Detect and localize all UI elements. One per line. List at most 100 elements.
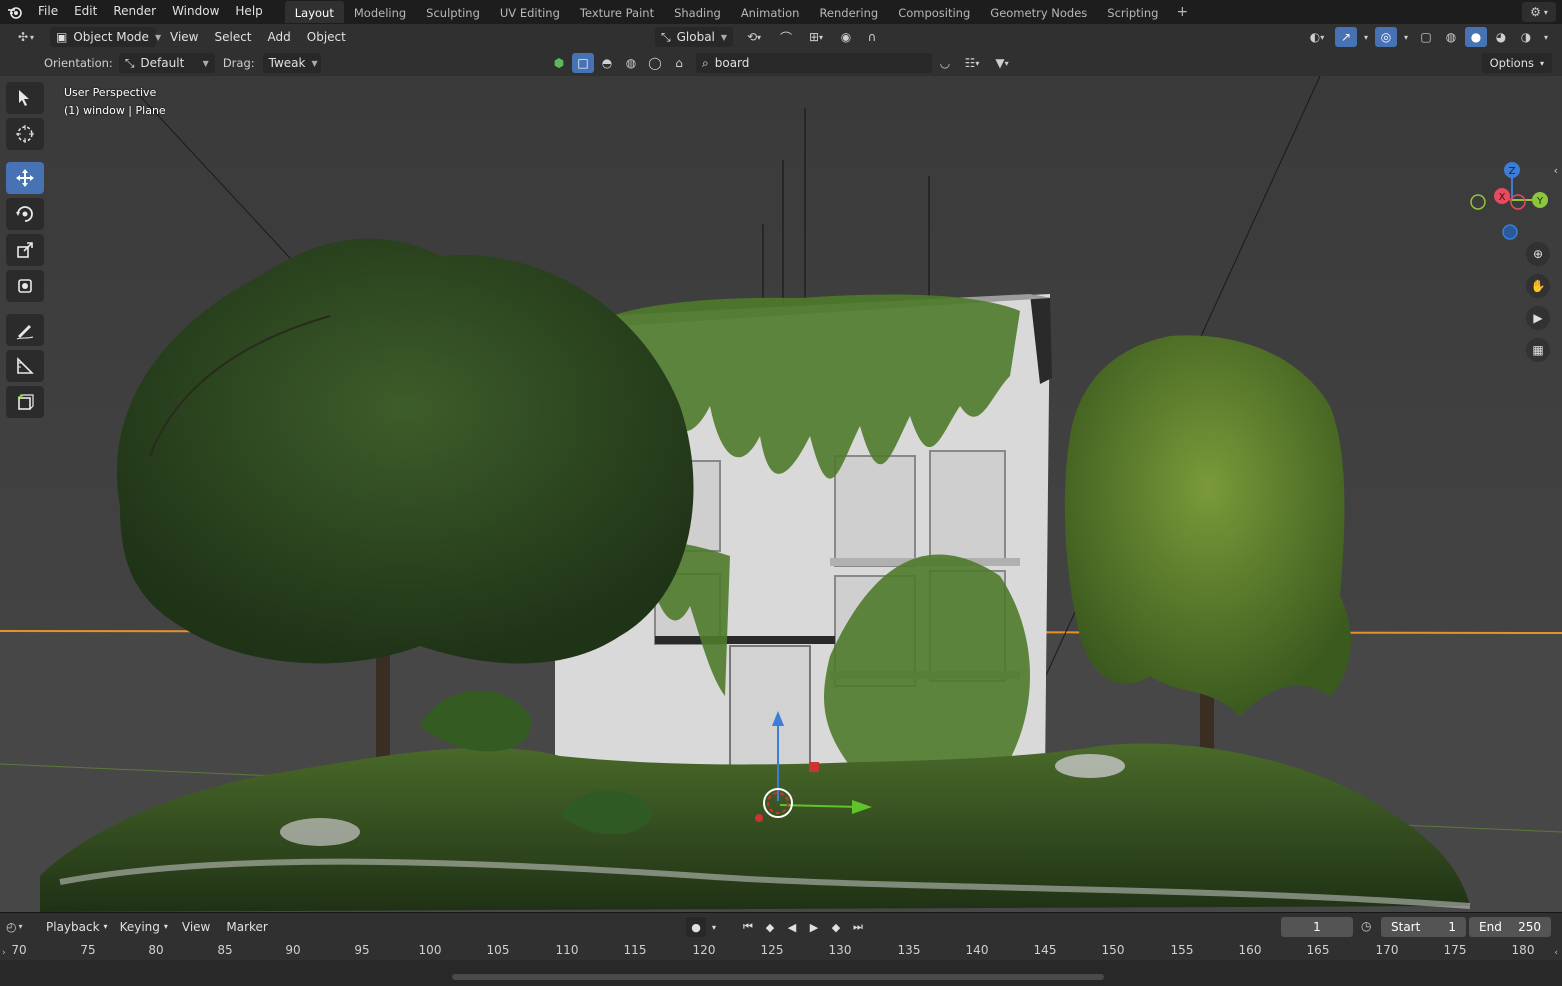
scroll-left-icon[interactable]: › (2, 948, 6, 958)
tab-uv-editing[interactable]: UV Editing (490, 1, 570, 23)
sphere-shading-icon[interactable]: ◓ (596, 53, 618, 73)
gizmo-dropdown-icon[interactable]: ▾ (1360, 27, 1372, 47)
auto-key-dropdown-icon[interactable]: ▾ (708, 917, 720, 937)
solid-shading-icon[interactable]: ● (1465, 27, 1487, 47)
gizmo-toggle-icon[interactable]: ↗ (1335, 27, 1357, 47)
transform-orientation-dropdown[interactable]: ⤡ Global ▼ (655, 27, 733, 47)
material-preview-icon[interactable]: ◍ (620, 53, 642, 73)
navigation-gizmo[interactable]: Z Y X (1452, 160, 1552, 242)
jump-start-icon[interactable]: ⏮ (738, 917, 758, 937)
xray-toggle-icon[interactable]: ▢ (1415, 27, 1437, 47)
timeline-marker-menu[interactable]: Marker (218, 920, 275, 934)
menu-select[interactable]: Select (206, 30, 259, 44)
sort-dropdown-icon[interactable]: ☷ ▾ (958, 53, 986, 73)
timeline-header: ◴ ▾ Playback ▾ Keying ▾ View Marker ● ▾ ⏮ ◆… (0, 912, 1562, 940)
snap-toggle-icon[interactable]: ⌒ (775, 27, 797, 47)
menu-object[interactable]: Object (299, 30, 354, 44)
proportional-edit-icon[interactable]: ◉ (835, 27, 857, 47)
add-workspace-button[interactable]: + (1168, 4, 1196, 20)
record-keyframe-icon[interactable]: ● (686, 917, 706, 937)
annotate-tool-icon[interactable] (6, 314, 44, 346)
end-frame-field[interactable]: End 250 (1469, 917, 1551, 937)
jump-end-icon[interactable]: ⏭ (848, 917, 868, 937)
rotate-tool-icon[interactable] (6, 198, 44, 230)
sidebar-expand-icon[interactable]: ‹ (1554, 164, 1558, 177)
menu-add[interactable]: Add (260, 30, 299, 44)
material-shading-icon[interactable]: ◕ (1490, 27, 1512, 47)
3d-cursor-icon[interactable] (6, 118, 44, 150)
neg-z-handle[interactable] (1502, 224, 1518, 240)
filter-restrict-icon[interactable]: ◡ (934, 53, 956, 73)
select-box-icon[interactable]: □ (572, 53, 594, 73)
perspective-label: User Perspective (64, 86, 157, 99)
3d-viewport[interactable]: User Perspective (1) window | Plane Z Y … (0, 76, 1562, 912)
rendered-shading-icon[interactable]: ◑ (1515, 27, 1537, 47)
pivot-point-button[interactable]: ⟲ ▾ (737, 27, 771, 47)
collection-icon[interactable]: ⌂ (668, 53, 690, 73)
tab-rendering[interactable]: Rendering (809, 1, 888, 23)
frame-ruler[interactable]: 70 75 80 85 90 95 100 105 110 115 120 12… (0, 940, 1562, 960)
menu-render[interactable]: Render (105, 0, 164, 24)
overlay-dropdown-icon[interactable]: ▾ (1400, 27, 1412, 47)
current-frame-field[interactable]: 1 (1281, 917, 1353, 937)
select-cursor-icon[interactable] (6, 82, 44, 114)
keying-menu[interactable]: Keying ▾ (114, 920, 174, 934)
scale-tool-icon[interactable] (6, 234, 44, 266)
camera-view-icon[interactable]: ▶ (1526, 306, 1550, 330)
navigation-buttons: ⊕ ✋ ▶ ▦ (1526, 242, 1550, 362)
timeline-scrollbar[interactable] (452, 974, 1104, 980)
shading-options-icon[interactable]: ▾ (1540, 27, 1552, 47)
menu-help[interactable]: Help (227, 0, 270, 24)
menu-view[interactable]: View (162, 30, 206, 44)
start-frame-field[interactable]: Start 1 (1381, 917, 1466, 937)
tab-geometry-nodes[interactable]: Geometry Nodes (980, 1, 1097, 23)
play-reverse-icon[interactable]: ◀ (782, 917, 802, 937)
editor-type-selector[interactable]: ✣ ▾ (6, 26, 46, 48)
measure-tool-icon[interactable] (6, 350, 44, 382)
world-icon[interactable]: ◯ (644, 53, 666, 73)
add-cube-tool-icon[interactable]: + (6, 386, 44, 418)
preview-range-clock-icon[interactable]: ◷ (1361, 919, 1377, 935)
move-tool-icon[interactable] (6, 162, 44, 194)
tab-animation[interactable]: Animation (731, 1, 810, 23)
playback-menu[interactable]: Playback ▾ (40, 920, 114, 934)
search-field[interactable]: ⌕ board (696, 53, 932, 73)
overlay-toggle-icon[interactable]: ◎ (1375, 27, 1397, 47)
neg-x-handle[interactable] (1510, 194, 1526, 210)
transform-tool-icon[interactable] (6, 270, 44, 302)
tab-scripting[interactable]: Scripting (1097, 1, 1168, 23)
prev-keyframe-icon[interactable]: ◆ (760, 917, 780, 937)
timeline-editor-type[interactable]: ◴ ▾ (6, 920, 40, 934)
mode-label: Object Mode (73, 30, 149, 44)
timeline-view-menu[interactable]: View (174, 920, 218, 934)
next-keyframe-icon[interactable]: ◆ (826, 917, 846, 937)
menu-window[interactable]: Window (164, 0, 227, 24)
snap-target-button[interactable]: ⊞ ▾ (801, 27, 831, 47)
ortho-grid-icon[interactable]: ▦ (1526, 338, 1550, 362)
menu-edit[interactable]: Edit (66, 0, 105, 24)
scroll-right-icon[interactable]: ‹ (1554, 948, 1558, 958)
drag-dropdown[interactable]: Tweak ▼ (262, 53, 321, 73)
orientation-dropdown[interactable]: ⤡ Default ▼ (118, 53, 215, 73)
filter-funnel-icon[interactable]: ▼ ▾ (988, 53, 1016, 73)
timeline-body[interactable]: 70 75 80 85 90 95 100 105 110 115 120 12… (0, 940, 1562, 986)
scene-selector-button[interactable]: ⚙ ▾ (1522, 2, 1556, 22)
display-mode-icon[interactable]: ⬢ (548, 53, 570, 73)
tab-shading[interactable]: Shading (664, 1, 731, 23)
pan-hand-icon[interactable]: ✋ (1526, 274, 1550, 298)
blender-logo-icon[interactable] (0, 0, 30, 24)
wireframe-shading-icon[interactable]: ◍ (1440, 27, 1462, 47)
mode-dropdown[interactable]: ▣ Object Mode ▼ (50, 27, 161, 47)
tab-texture-paint[interactable]: Texture Paint (570, 1, 664, 23)
visibility-eye-icon[interactable]: ◐ ▾ (1302, 27, 1332, 47)
neg-y-handle[interactable] (1470, 194, 1486, 210)
tab-modeling[interactable]: Modeling (344, 1, 416, 23)
tab-compositing[interactable]: Compositing (888, 1, 980, 23)
tab-layout[interactable]: Layout (284, 1, 344, 23)
menu-file[interactable]: File (30, 0, 66, 24)
options-dropdown[interactable]: Options ▾ (1481, 53, 1552, 73)
zoom-icon[interactable]: ⊕ (1526, 242, 1550, 266)
tab-sculpting[interactable]: Sculpting (416, 1, 490, 23)
falloff-curve-icon[interactable]: ∩ (861, 27, 883, 47)
play-icon[interactable]: ▶ (804, 917, 824, 937)
